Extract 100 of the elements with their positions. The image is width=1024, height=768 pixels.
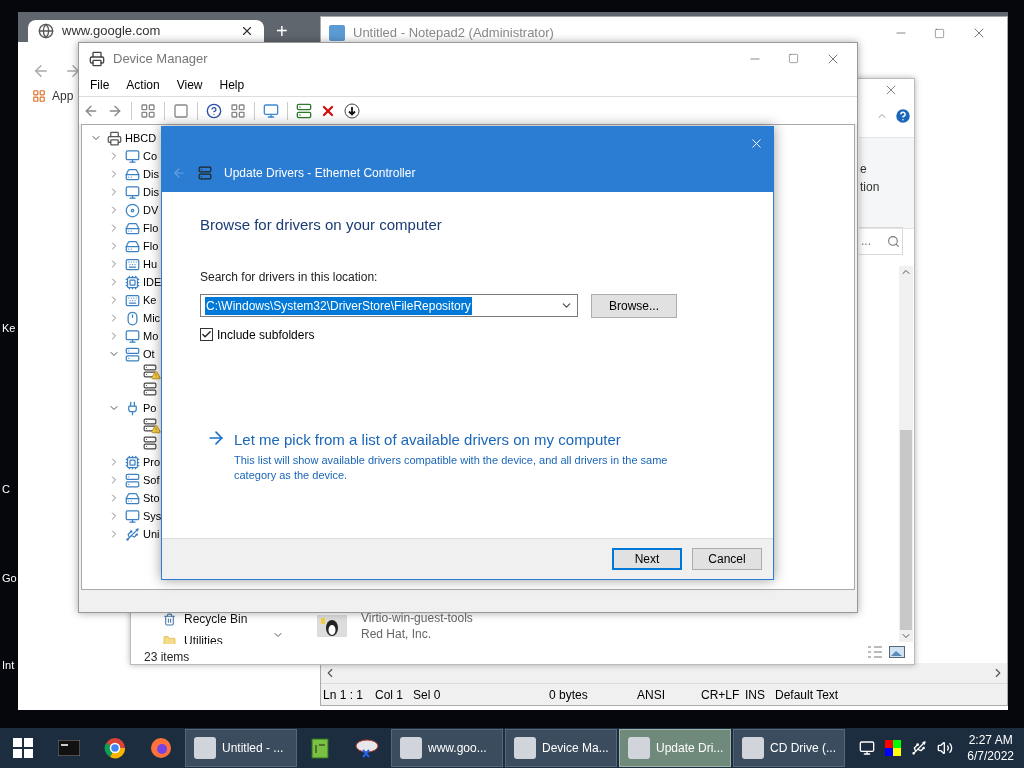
driver-list-link[interactable]: Let me pick from a list of available drivers on my computer xyxy=(234,428,694,451)
search-icon[interactable] xyxy=(887,234,900,248)
globe-icon xyxy=(38,23,54,39)
tree-item[interactable]: Ot xyxy=(143,345,155,363)
program-publisher: Red Hat, Inc. xyxy=(361,626,433,642)
link-description: This list will show available drivers compatible with the device, and all drivers in the same category as the device. xyxy=(234,453,669,483)
taskbar-button[interactable]: Untitled - ... xyxy=(185,729,297,767)
tree-item[interactable]: HBCD xyxy=(125,129,157,147)
recycle-bin-icon xyxy=(163,612,176,626)
speaker-icon[interactable] xyxy=(937,740,954,756)
search-field[interactable]: ... xyxy=(859,227,903,255)
device-icon xyxy=(198,165,212,180)
device-icon xyxy=(125,328,140,344)
device-icon xyxy=(125,454,140,470)
bookmark-link[interactable]: App xyxy=(52,87,74,105)
device-icon xyxy=(125,256,140,272)
tree-item[interactable]: Uni xyxy=(143,525,160,543)
browse-button[interactable]: Browse... xyxy=(591,293,677,318)
dialog-button[interactable]: Next xyxy=(612,548,682,570)
tree-item[interactable]: DV xyxy=(143,201,159,219)
window-title: Device Manager xyxy=(113,49,209,68)
help-icon[interactable] xyxy=(206,102,222,119)
tree-item[interactable]: Po xyxy=(143,399,157,417)
device-icon xyxy=(125,292,140,308)
desktop-icon-label[interactable]: C xyxy=(2,481,10,498)
usb-icon[interactable] xyxy=(911,740,928,756)
program-name[interactable]: Virtio-win-guest-tools xyxy=(361,610,473,626)
status-text: Col 1 xyxy=(374,686,404,704)
tree-item[interactable]: Co xyxy=(143,147,158,165)
tree-item[interactable]: Sof xyxy=(143,471,160,489)
path-value: C:\Windows\System32\DriverStore\FileRepository xyxy=(205,296,472,315)
device-icon xyxy=(125,184,140,200)
tree-item[interactable]: Dis xyxy=(143,165,159,183)
device-icon xyxy=(125,220,140,236)
status-text: Sel 0 xyxy=(412,686,442,704)
dialog-heading: Browse for drivers on your computer xyxy=(200,215,443,235)
tree-item[interactable]: Sto xyxy=(143,489,160,507)
maximize-icon[interactable] xyxy=(788,53,799,64)
desktop-icon-label[interactable]: Int xyxy=(2,657,15,674)
field-label: Search for drivers in this location: xyxy=(200,268,379,286)
dialog-title: Update Drivers - Ethernet Controller xyxy=(224,164,416,182)
taskbar-button[interactable]: CD Drive (... xyxy=(733,729,845,767)
details-view-icon[interactable] xyxy=(867,646,883,658)
device-icon xyxy=(125,310,140,326)
new-tab-button[interactable]: + xyxy=(274,20,290,42)
menu-item[interactable]: Action xyxy=(126,76,160,94)
clock-date[interactable]: 6/7/2022 xyxy=(967,748,1014,764)
status-text: INS xyxy=(744,686,766,704)
menu-item[interactable]: Help xyxy=(219,76,245,94)
back-icon[interactable] xyxy=(32,62,50,80)
taskbar-button[interactable]: Update Dri... xyxy=(619,729,731,767)
tree-item[interactable]: Mic xyxy=(143,309,161,327)
device-icon xyxy=(125,472,140,488)
tree-item[interactable]: Hu xyxy=(143,255,158,273)
folder-icon xyxy=(163,634,176,644)
thumbnail-view-icon[interactable] xyxy=(889,646,905,658)
status-text: 0 bytes xyxy=(548,686,589,704)
penguin-icon xyxy=(317,615,347,637)
tree-item[interactable]: Pro xyxy=(143,453,161,471)
maximize-icon[interactable] xyxy=(934,27,945,39)
apps-icon[interactable] xyxy=(32,89,46,103)
tree-item[interactable]: Flo xyxy=(143,237,159,255)
device-icon xyxy=(125,274,140,290)
checkbox[interactable] xyxy=(200,328,213,341)
tree-item[interactable]: Sys xyxy=(143,507,162,525)
tree-item[interactable]: Dis xyxy=(143,183,159,201)
status-text: CR+LF xyxy=(700,686,741,704)
device-icon xyxy=(125,346,140,362)
color-icon[interactable] xyxy=(885,740,902,756)
status-text: ANSI xyxy=(636,686,666,704)
download-icon[interactable] xyxy=(344,102,360,119)
desktop-icon-label[interactable]: Ke xyxy=(2,320,16,337)
close-icon[interactable] xyxy=(240,24,254,38)
menu-item[interactable]: File xyxy=(90,76,110,94)
device-icon xyxy=(125,166,140,182)
taskbar-button[interactable]: Device Ma... xyxy=(505,729,617,767)
device-icon xyxy=(125,508,140,524)
ribbon-label[interactable]: e xyxy=(860,160,867,178)
tree-item[interactable]: IDE xyxy=(143,273,162,291)
device-icon xyxy=(125,202,140,218)
checkbox-label[interactable]: Include subfolders xyxy=(217,325,315,344)
window-title: Untitled - Notepad2 (Administrator) xyxy=(353,24,555,43)
nav-item[interactable]: Recycle Bin xyxy=(184,610,248,628)
desktop-icon-label[interactable]: Go xyxy=(2,570,17,587)
menu-item[interactable]: View xyxy=(176,76,203,94)
dialog-button[interactable]: Cancel xyxy=(692,548,762,570)
windows-logo-icon xyxy=(13,738,33,758)
clock-time[interactable]: 2:27 AM xyxy=(968,732,1013,748)
back-icon[interactable] xyxy=(172,165,186,180)
device-icon xyxy=(125,400,140,416)
path-combobox[interactable]: C:\Windows\System32\DriverStore\FileRepository xyxy=(200,294,578,317)
browser-tab[interactable]: www.google.com xyxy=(28,20,264,42)
taskbar-button[interactable]: www.goo... xyxy=(391,729,503,767)
vertical-scrollbar[interactable] xyxy=(899,266,913,642)
tree-item[interactable]: Flo xyxy=(143,219,159,237)
tree-item[interactable]: Ke xyxy=(143,291,157,309)
status-text: Ln 1 : 1 xyxy=(322,686,365,704)
tree-item[interactable]: Mo xyxy=(143,327,159,345)
ribbon-label[interactable]: tion xyxy=(860,178,880,196)
monitor-icon[interactable] xyxy=(263,102,279,119)
